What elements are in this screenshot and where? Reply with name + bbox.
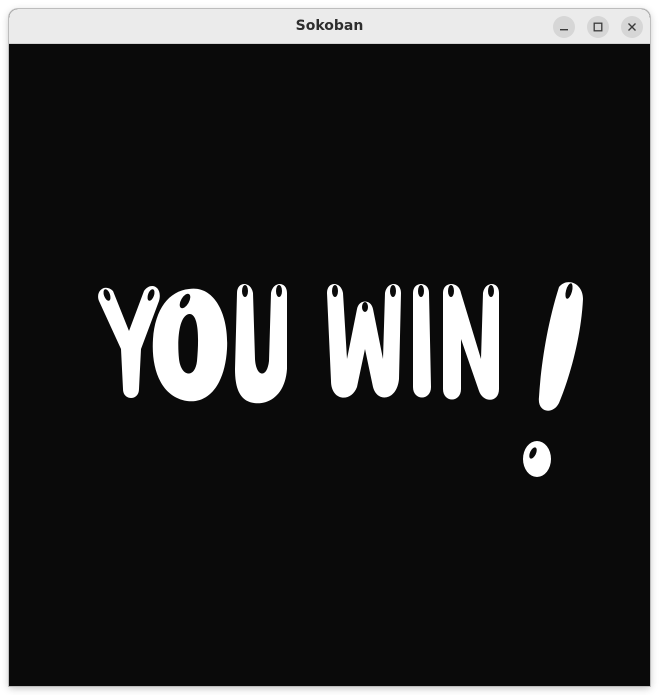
minimize-button[interactable] bbox=[553, 16, 575, 38]
title-bar[interactable]: Sokoban bbox=[9, 9, 650, 44]
app-window: Sokoban YOU WIN! bbox=[9, 9, 650, 686]
maximize-button[interactable] bbox=[587, 16, 609, 38]
close-button[interactable] bbox=[621, 16, 643, 38]
maximize-icon bbox=[593, 22, 603, 32]
win-message-text: YOU WIN! bbox=[9, 44, 10, 45]
you-win-banner bbox=[98, 282, 583, 477]
close-icon bbox=[628, 23, 636, 31]
game-canvas[interactable]: YOU WIN! bbox=[9, 44, 650, 686]
minimize-icon bbox=[560, 29, 568, 31]
